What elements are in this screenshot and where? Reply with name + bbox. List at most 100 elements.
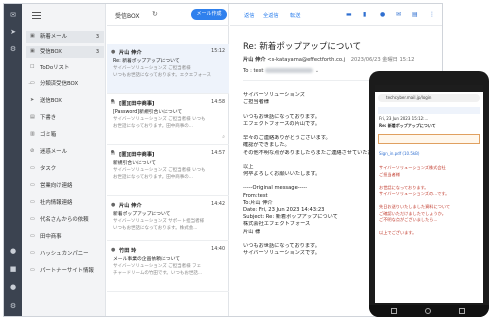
- sender-name: 片山 伸介: [243, 57, 266, 63]
- phone-nav-bar: [369, 305, 489, 317]
- browser-url-bar[interactable]: techcyber.mail.jp/login: [378, 94, 480, 102]
- menu-icon[interactable]: [32, 12, 41, 19]
- message-date: 2023/06/23 金曜日 15:12: [350, 57, 415, 63]
- sidebar-item-label: タスク: [40, 166, 57, 172]
- list-item[interactable]: ✉ [匿][田中商事] 14:57 新規引合いについて サイバーソリューションズ…: [107, 146, 229, 196]
- sidebar-item-tasks[interactable]: ▭ タスク: [26, 163, 104, 175]
- folder-move-icon[interactable]: ▬: [346, 11, 352, 18]
- message-sender: 片山 伸介: [119, 203, 142, 209]
- message-subject-heading: Re: 新着ポップアップについて: [243, 42, 362, 52]
- list-item[interactable]: ● 片山 伸介 14:42 新着ポップアップについて サイバーソリューションズ …: [107, 197, 229, 241]
- phone-body-line: ご担当者様: [379, 171, 400, 177]
- phone-sender-box: [378, 134, 480, 144]
- person-icon: ●: [111, 49, 116, 55]
- message-from: 片山 伸介 <s-katayama@effectforth.co.j 2023/…: [243, 56, 414, 63]
- folder-title: 受信BOX: [115, 13, 140, 20]
- recents-icon[interactable]: [459, 308, 465, 314]
- forward-button[interactable]: 転送: [290, 12, 300, 19]
- mail-icon: ✉: [111, 100, 116, 106]
- settings-icon[interactable]: ⚙: [9, 45, 17, 53]
- message-preview: サイバーソリューションズ ご担当者様: [113, 66, 191, 71]
- sidebar-item-requests[interactable]: ▭ 代名さんからの依頼: [26, 214, 104, 226]
- sidebar-item-label: 下書き: [40, 115, 57, 121]
- message-preview: サイバーソリューションズ サポート担当者様: [113, 219, 205, 224]
- phone-body-line: ご不明な点がございましたら...: [379, 217, 438, 222]
- sidebar-item-sales[interactable]: ▭ 営業向け連絡: [26, 180, 104, 192]
- sidebar-item-label: 受信BOX: [40, 49, 62, 55]
- list-item[interactable]: ● 竹田 玲 14:40 メール事業の企画依頼について サイバーソリューションズ…: [107, 242, 229, 292]
- message-subject: [Password]新規引合いについて: [113, 110, 183, 115]
- gear-icon[interactable]: ⚙: [9, 302, 17, 310]
- inbox-icon: ▣: [30, 33, 35, 39]
- list-item[interactable]: ● 片山 伸介 15:12 Re: 新着ポップアップについて サイバーソリューシ…: [107, 44, 229, 94]
- spam-icon: ⊘: [30, 148, 35, 154]
- message-preview: サイバーソリューションズ ご担当者様 フェ: [113, 264, 202, 269]
- message-sender: [匿][田中商事]: [119, 101, 155, 107]
- back-icon[interactable]: [391, 308, 397, 314]
- sidebar-item-trash[interactable]: ▥ ゴミ箱: [26, 129, 104, 141]
- contacts-icon[interactable]: ●: [9, 247, 17, 255]
- message-time: 14:42: [211, 202, 225, 207]
- expand-recipients-icon[interactable]: ⌄: [315, 68, 319, 74]
- trash-icon: ▥: [30, 131, 35, 137]
- sidebar-item-internal[interactable]: ▭ 社内情報連絡: [26, 197, 104, 209]
- sidebar-item-label: 代名さんからの依頼: [40, 217, 89, 223]
- more-icon[interactable]: ⋮: [429, 11, 435, 18]
- list-item[interactable]: ✉ [匿][田中商事] 14:58 [Password]新規引合いについて サイ…: [107, 95, 229, 145]
- sidebar-item-label: ハッシュカンパニー: [40, 251, 89, 257]
- person-icon: ●: [111, 247, 116, 253]
- compose-button[interactable]: メール作成: [191, 9, 227, 20]
- info-icon[interactable]: ●: [380, 11, 385, 18]
- app-rail: ✉ ➤ ⚙ ● ■ ● ⚙: [4, 4, 22, 316]
- sidebar-item-spam[interactable]: ⊘ 迷惑メール: [26, 146, 104, 158]
- reply-button[interactable]: 返信: [244, 12, 254, 19]
- phone-body-line: ご確認いただけましたでしょうか。: [379, 210, 446, 216]
- reply-all-button[interactable]: 全返信: [263, 12, 279, 19]
- trash-icon[interactable]: ▮: [363, 11, 366, 18]
- message-subject: 新着ポップアップについて: [113, 212, 171, 217]
- print-icon[interactable]: ▤: [412, 11, 418, 18]
- attachment-icon: ⌕: [222, 134, 225, 140]
- folder-icon: ▭: [30, 199, 35, 205]
- send-icon: ➤: [30, 97, 35, 103]
- message-preview: お世話になっております。田中商事の...: [113, 124, 193, 129]
- phone-attachment[interactable]: Sign_in.pdf (10.5kB): [379, 151, 420, 156]
- send-icon[interactable]: ➤: [9, 28, 17, 36]
- sidebar-item-tanaka[interactable]: ▭ 田中商事: [26, 231, 104, 243]
- folder-icon: ▭: [30, 80, 35, 86]
- refresh-icon[interactable]: ↻: [152, 10, 158, 18]
- message-list-header: 受信BOX ↻ メール作成: [107, 4, 229, 26]
- sidebar-item-inbox[interactable]: ▣ 受信BOX 3: [26, 46, 104, 58]
- sidebar-item-partner[interactable]: ▭ パートナーサイト情報: [26, 265, 104, 277]
- folder-icon: ▭: [30, 165, 35, 171]
- sidebar-item-new-mail[interactable]: ▣ 新着メール 3: [26, 31, 104, 43]
- message-subject: 新規引合いについて: [113, 161, 157, 166]
- sidebar-item-label: 分類済受信BOX: [40, 81, 79, 87]
- info-icon[interactable]: ●: [9, 283, 17, 291]
- folder-icon: ▭: [30, 267, 35, 273]
- message-preview: サイバーソリューションズ ご担当者様 いつも: [113, 117, 206, 122]
- mail-icon[interactable]: ✉: [9, 11, 17, 19]
- mail-icon[interactable]: ✉: [396, 11, 401, 18]
- message-preview: チャードリームの竹田です。いつもお世話...: [113, 271, 203, 276]
- sidebar-item-sent[interactable]: ➤ 送信BOX: [26, 95, 104, 107]
- sidebar-item-label: ゴミ箱: [40, 132, 57, 138]
- sidebar-item-hash[interactable]: ▭ ハッシュカンパニー: [26, 248, 104, 260]
- sidebar-item-label: パートナーサイト情報: [40, 268, 94, 274]
- person-icon: ●: [111, 202, 116, 208]
- folder-icon: ▭: [30, 182, 35, 188]
- redacted-address: [265, 68, 314, 73]
- sidebar-item-sorted-inbox[interactable]: − ▭ 分類済受信BOX: [26, 78, 104, 90]
- todo-icon: ☐: [30, 64, 35, 70]
- message-list: 受信BOX ↻ メール作成 ● 片山 伸介 15:12 Re: 新着ポップアップ…: [107, 4, 229, 316]
- calendar-icon[interactable]: ■: [9, 265, 17, 273]
- sidebar-item-label: 社内情報連絡: [40, 200, 73, 206]
- sidebar-item-label: 送信BOX: [40, 98, 62, 104]
- sidebar-item-drafts[interactable]: ▤ 下書き: [26, 112, 104, 124]
- sidebar-item-todo[interactable]: ☐ ToDoリスト: [26, 62, 104, 74]
- home-icon[interactable]: [425, 308, 431, 314]
- message-sender: [匿][田中商事]: [119, 152, 155, 158]
- sidebar-item-label: 田中商事: [40, 234, 62, 240]
- phone-app-header: [378, 107, 480, 114]
- unread-count: 3: [95, 34, 99, 40]
